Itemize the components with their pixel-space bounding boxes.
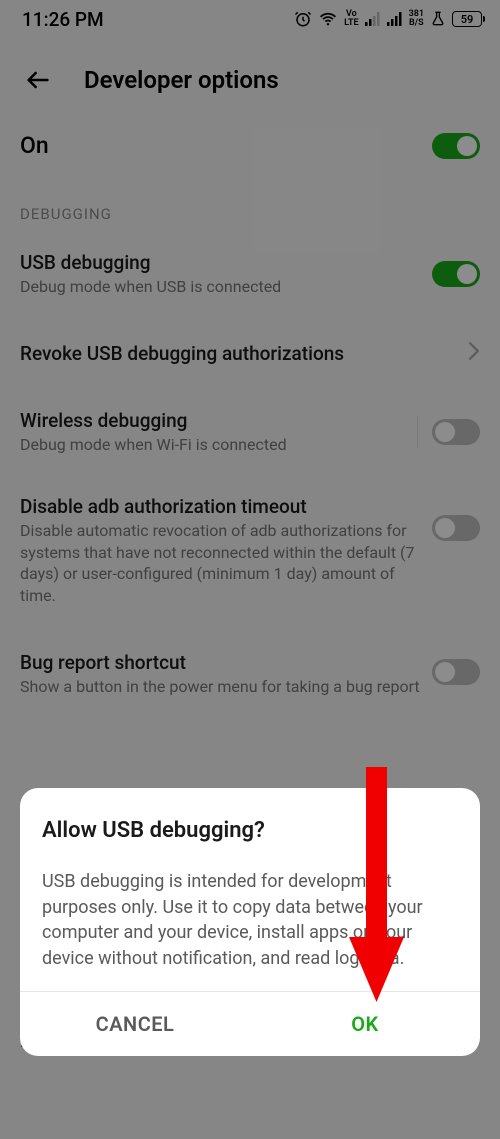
annotation-arrow-icon (349, 767, 404, 1006)
cancel-button[interactable]: CANCEL (20, 992, 250, 1056)
dialog-usb-debugging: Allow USB debugging? USB debugging is in… (20, 788, 480, 1056)
dialog-buttons: CANCEL OK (20, 991, 480, 1056)
